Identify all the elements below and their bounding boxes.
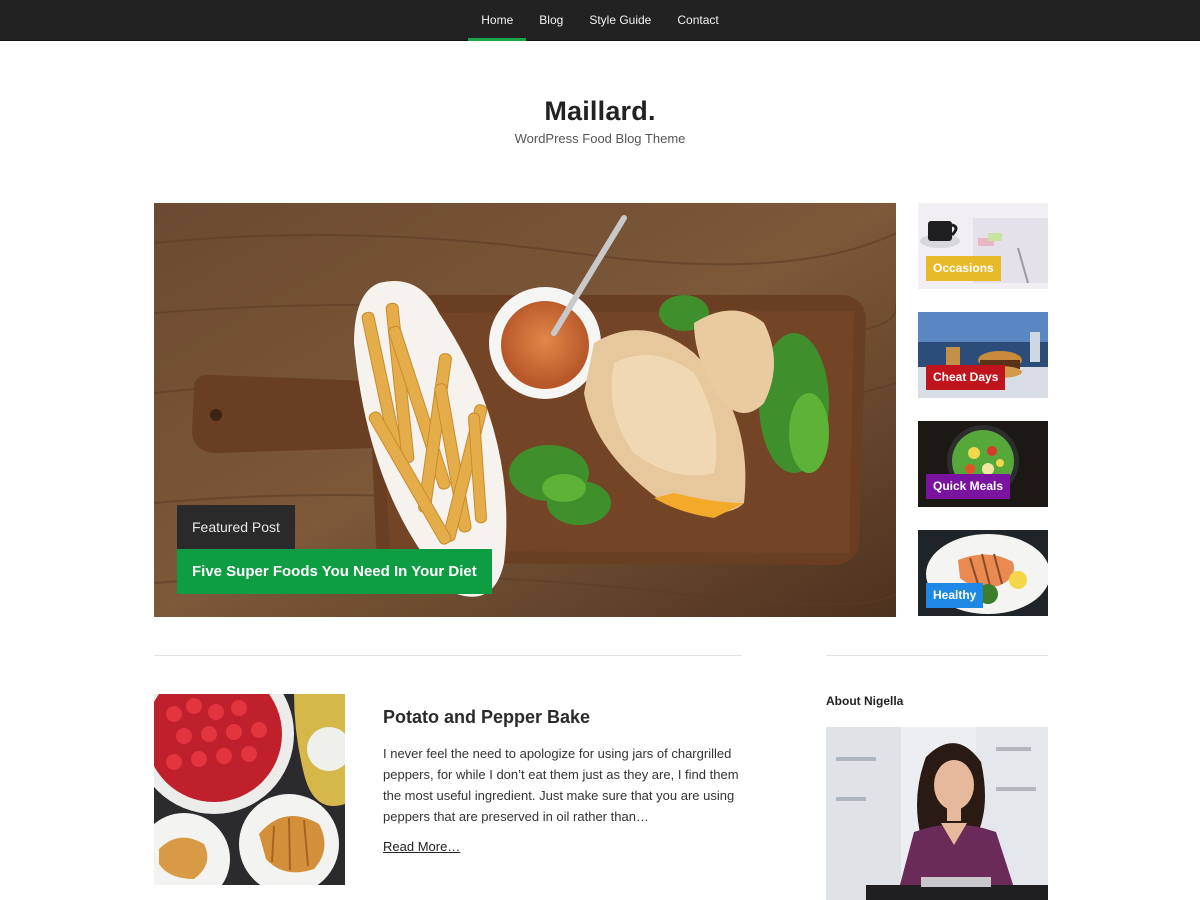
category-quick-meals[interactable]: Quick Meals — [918, 421, 1048, 507]
post-title[interactable]: Potato and Pepper Bake — [383, 707, 590, 728]
nav-item-home[interactable]: Home — [468, 0, 527, 41]
featured-post-title[interactable]: Five Super Foods You Need In Your Diet — [177, 549, 492, 594]
author-portrait — [826, 727, 1048, 900]
strawberries-croissants-photo — [154, 694, 345, 885]
post-excerpt: I never feel the need to apologize for u… — [383, 746, 739, 824]
category-label: Occasions — [926, 256, 1001, 281]
category-label: Cheat Days — [926, 365, 1006, 390]
read-more-link[interactable]: Read More… — [383, 839, 460, 854]
sidebar-divider — [826, 655, 1048, 656]
site-tagline: WordPress Food Blog Theme — [514, 131, 686, 146]
category-label: Healthy — [926, 583, 984, 608]
category-healthy[interactable]: Healthy — [918, 530, 1048, 616]
top-navigation: Home Blog Style Guide Contact — [0, 0, 1200, 41]
author-portrait-photo — [826, 727, 1048, 900]
about-widget-title: About Nigella — [826, 694, 904, 708]
site-title[interactable]: Maillard. — [0, 96, 1200, 127]
category-occasions[interactable]: Occasions — [918, 203, 1048, 289]
nav-item-blog[interactable]: Blog — [526, 0, 576, 41]
featured-post-card[interactable]: Featured Post Five Super Foods You Need … — [154, 203, 896, 617]
featured-post-tag: Featured Post — [177, 505, 295, 549]
nav-menu: Home Blog Style Guide Contact — [0, 0, 1200, 41]
category-label: Quick Meals — [926, 474, 1011, 499]
nav-item-contact[interactable]: Contact — [664, 0, 731, 41]
content-divider — [154, 655, 742, 656]
category-cheat-days[interactable]: Cheat Days — [918, 312, 1048, 398]
nav-item-style-guide[interactable]: Style Guide — [576, 0, 664, 41]
post-thumbnail[interactable] — [154, 694, 345, 885]
